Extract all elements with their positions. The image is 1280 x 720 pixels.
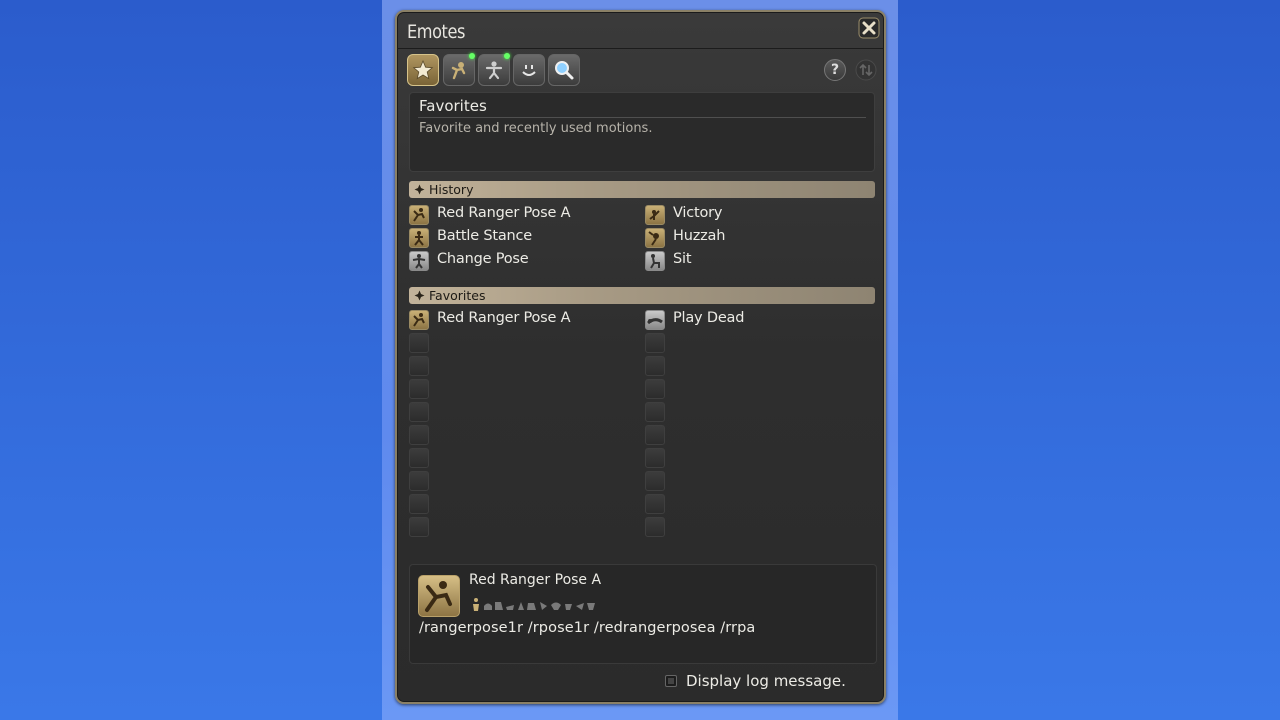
divider [418, 117, 866, 118]
sit-icon [645, 251, 665, 271]
empty-slot[interactable] [645, 517, 665, 537]
description-title: Favorites [419, 97, 487, 115]
new-indicator [469, 53, 475, 59]
history-item-battle-stance[interactable]: Battle Stance [409, 227, 629, 249]
change-pose-icon [409, 251, 429, 271]
collapse-icon [414, 290, 425, 301]
emote-detail-panel: Red Ranger Pose A /rangerpose1r /rpose1r… [409, 564, 877, 664]
empty-slot[interactable] [409, 471, 429, 491]
usable-classes-icon [473, 598, 595, 611]
favorites-header[interactable]: Favorites [409, 287, 875, 304]
empty-slot[interactable] [409, 517, 429, 537]
history-item-sit[interactable]: Sit [645, 250, 865, 272]
battle-stance-icon [409, 228, 429, 248]
emote-label: Play Dead [673, 310, 745, 326]
history-item-victory[interactable]: Victory [645, 204, 865, 226]
close-icon[interactable] [858, 17, 880, 39]
empty-slot[interactable] [409, 356, 429, 376]
log-message-checkbox[interactable] [665, 675, 677, 687]
tab-general[interactable] [443, 53, 475, 86]
title-bar[interactable]: Emotes [397, 12, 884, 49]
empty-slot[interactable] [409, 333, 429, 353]
history-item-red-ranger-pose-a[interactable]: Red Ranger Pose A [409, 204, 629, 226]
empty-slot[interactable] [645, 402, 665, 422]
window-title: Emotes [407, 21, 465, 43]
new-indicator [504, 53, 510, 59]
favorite-item-play-dead[interactable]: Play Dead [645, 309, 865, 331]
emotes-window: Emotes ? Favorites Favorite and recently… [395, 10, 886, 704]
help-button[interactable]: ? [824, 59, 846, 81]
log-message-label: Display log message. [686, 672, 846, 690]
history-header[interactable]: History [409, 181, 875, 198]
history-item-change-pose[interactable]: Change Pose [409, 250, 629, 272]
empty-slot[interactable] [645, 494, 665, 514]
empty-slot[interactable] [409, 379, 429, 399]
empty-slot[interactable] [645, 471, 665, 491]
empty-slot[interactable] [409, 425, 429, 445]
collapse-icon [414, 184, 425, 195]
general-emote-icon [451, 62, 466, 80]
expression-icon [522, 65, 536, 76]
star-icon [412, 59, 434, 80]
emote-label: Red Ranger Pose A [437, 310, 571, 326]
favorite-item-red-ranger-pose-a[interactable]: Red Ranger Pose A [409, 309, 629, 331]
emote-label: Red Ranger Pose A [437, 205, 571, 221]
favorites-label: Favorites [429, 288, 486, 303]
empty-slot[interactable] [645, 425, 665, 445]
empty-slot[interactable] [645, 379, 665, 399]
red-ranger-pose-icon [409, 310, 429, 330]
tab-expressions[interactable] [513, 54, 545, 86]
red-ranger-pose-icon [409, 205, 429, 225]
empty-slot[interactable] [409, 402, 429, 422]
emote-label: Victory [673, 205, 723, 221]
history-item-huzzah[interactable]: Huzzah [645, 227, 865, 249]
tab-search[interactable] [548, 54, 580, 86]
special-emote-icon [485, 61, 503, 80]
emote-label: Huzzah [673, 228, 726, 244]
victory-icon [645, 205, 665, 225]
huzzah-icon [645, 228, 665, 248]
empty-slot[interactable] [645, 448, 665, 468]
empty-slot[interactable] [645, 333, 665, 353]
empty-slot[interactable] [409, 494, 429, 514]
history-label: History [429, 182, 474, 197]
red-ranger-pose-icon [418, 575, 460, 617]
description-text: Favorite and recently used motions. [419, 121, 653, 136]
sort-icon[interactable] [855, 59, 877, 81]
tab-special[interactable] [478, 53, 510, 86]
emote-name: Red Ranger Pose A [469, 572, 602, 588]
play-dead-icon [645, 310, 665, 330]
emote-label: Battle Stance [437, 228, 533, 244]
empty-slot[interactable] [409, 448, 429, 468]
emote-commands: /rangerpose1r /rpose1r /redrangerposea /… [419, 620, 756, 636]
emote-label: Change Pose [437, 251, 529, 267]
empty-slot[interactable] [645, 356, 665, 376]
tab-favorites[interactable] [407, 54, 439, 86]
emote-label: Sit [673, 251, 692, 267]
category-description: Favorites Favorite and recently used mot… [409, 92, 875, 172]
search-icon [555, 61, 574, 80]
